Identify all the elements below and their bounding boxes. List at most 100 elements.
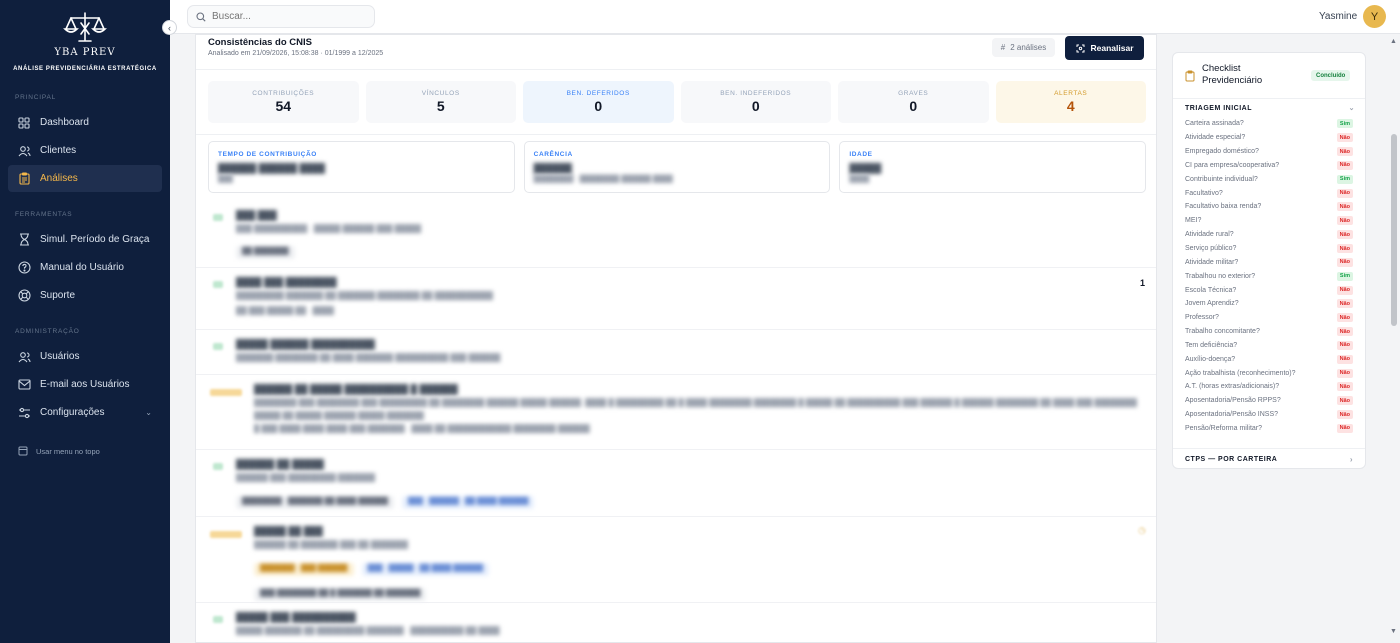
scroll-up-arrow-icon[interactable]: ▲ bbox=[1390, 38, 1397, 45]
item-meta-redacted: ██ ███ █████ ██ · ████ bbox=[236, 306, 334, 315]
card-carencia: CARÊNCIA ██████ ████████ · ████████ ████… bbox=[523, 141, 831, 193]
checklist-row[interactable]: Atividade rural? Não bbox=[1173, 228, 1365, 242]
checklist-row[interactable]: Pensão/Reforma militar? Não bbox=[1173, 422, 1365, 436]
answer-badge: Não bbox=[1336, 160, 1353, 170]
card-detail-redacted: ███ bbox=[218, 176, 233, 183]
clipboard-icon bbox=[1185, 70, 1195, 82]
top-menu-toggle[interactable]: Usar menu no topo bbox=[0, 441, 170, 461]
checklist-question: A.T. (horas extras/adicionais)? bbox=[1185, 383, 1280, 391]
list-item[interactable]: █████ ██████ ██████████ ███████ ████████… bbox=[196, 330, 1156, 375]
avatar[interactable]: Y bbox=[1363, 5, 1386, 28]
sidebar-item-configuracoes[interactable]: Configurações ⌄ bbox=[8, 399, 162, 426]
checklist-row[interactable]: Contribuinte individual? Sim bbox=[1173, 172, 1365, 186]
sidebar-item-clientes[interactable]: Clientes bbox=[8, 137, 162, 164]
search-icon bbox=[196, 11, 206, 22]
analyses-count-button[interactable]: # 2 análises bbox=[992, 38, 1055, 57]
brand-logo[interactable]: YBA PREV ANÁLISE PREVIDENCIÁRIA ESTRATÉG… bbox=[0, 0, 170, 82]
collapse-sidebar-button[interactable]: ‹ bbox=[162, 20, 177, 35]
checklist-row[interactable]: Facultativo? Não bbox=[1173, 186, 1365, 200]
checklist-question: Atividade rural? bbox=[1185, 231, 1234, 239]
scrollbar[interactable]: ▲ ▼ bbox=[1388, 34, 1400, 643]
chevron-down-icon: ⌄ bbox=[145, 408, 152, 417]
checklist-title: Checklist Previdenciário bbox=[1202, 63, 1263, 86]
sidebar-item-analises[interactable]: Análises bbox=[8, 165, 162, 192]
checklist-row[interactable]: Trabalhou no exterior? Sim bbox=[1173, 269, 1365, 283]
tag-chip: ███ · ██████ · ██ ████ ██████ bbox=[401, 496, 535, 509]
stat-value: 0 bbox=[909, 98, 918, 114]
checklist-row[interactable]: Professor? Não bbox=[1173, 311, 1365, 325]
checklist-row[interactable]: Jovem Aprendiz? Não bbox=[1173, 297, 1365, 311]
analysis-panel: Consistências do CNIS Analisado em 21/09… bbox=[195, 34, 1157, 643]
search-box[interactable] bbox=[187, 5, 375, 28]
list-item[interactable]: █████ ██ ███ ██████ ██ ███████ ███ ██ ██… bbox=[196, 517, 1156, 603]
user-name[interactable]: Yasmine bbox=[1319, 11, 1357, 22]
checklist-header[interactable]: Checklist Previdenciário Concluído bbox=[1173, 53, 1365, 99]
analyses-count-label: 2 análises bbox=[1010, 43, 1047, 52]
checklist-row[interactable]: Trabalho concomitante? Não bbox=[1173, 325, 1365, 339]
sidebar-item-manual[interactable]: Manual do Usuário bbox=[8, 254, 162, 281]
checklist-row[interactable]: Empregado doméstico? Não bbox=[1173, 145, 1365, 159]
checklist-panel: Checklist Previdenciário Concluído TRIAG… bbox=[1172, 52, 1366, 469]
stat-label: ALERTAS bbox=[1054, 90, 1088, 97]
checklist-row[interactable]: A.T. (horas extras/adicionais)? Não bbox=[1173, 380, 1365, 394]
checklist-row[interactable]: Atividade militar? Não bbox=[1173, 255, 1365, 269]
sidebar-item-simul-periodo-graca[interactable]: Simul. Período de Graça bbox=[8, 226, 162, 253]
stat-value: 4 bbox=[1066, 98, 1075, 114]
consistency-list: ███ ███ ███ ██████████ · █████ ██████ ██… bbox=[196, 201, 1156, 642]
reanalyze-button[interactable]: Reanalisar bbox=[1065, 36, 1144, 60]
answer-badge: Não bbox=[1336, 216, 1353, 226]
stat-label: CONTRIBUIÇÕES bbox=[252, 90, 315, 97]
card-idade: IDADE █████ ████ bbox=[839, 141, 1147, 193]
grid-icon bbox=[17, 116, 31, 130]
checklist-row[interactable]: Escola Técnica? Não bbox=[1173, 283, 1365, 297]
sidebar-item-suporte[interactable]: Suporte bbox=[8, 282, 162, 309]
card-value-redacted: ██████ bbox=[533, 163, 572, 173]
scroll-thumb[interactable] bbox=[1391, 134, 1397, 326]
list-item[interactable]: ██████ ██ █████ ██████████ █ ██████ ████… bbox=[196, 375, 1156, 450]
checklist-row[interactable]: Serviço público? Não bbox=[1173, 242, 1365, 256]
item-desc-redacted: ████████ ███ ████████ ███ █████████ ██ █… bbox=[254, 398, 1137, 407]
checklist-section-ctps[interactable]: CTPS — POR CARTEIRA › bbox=[1173, 448, 1365, 469]
search-input[interactable] bbox=[212, 11, 362, 22]
checklist-question: Auxílio-doença? bbox=[1185, 355, 1236, 363]
list-item[interactable]: █████ ███ ██████████ █████ ███████ ██ ██… bbox=[196, 603, 1156, 642]
checklist-row[interactable]: Atividade especial? Não bbox=[1173, 131, 1365, 145]
tag-chip: ███ · █████ · ██ ████ ██████ bbox=[361, 563, 490, 576]
top-menu-toggle-label: Usar menu no topo bbox=[36, 446, 100, 456]
card-detail-redacted: ████ bbox=[849, 176, 870, 183]
checklist-row[interactable]: Aposentadoria/Pensão INSS? Não bbox=[1173, 408, 1365, 422]
answer-badge: Não bbox=[1336, 244, 1353, 254]
checklist-row[interactable]: Aposentadoria/Pensão RPPS? Não bbox=[1173, 394, 1365, 408]
sidebar-item-dashboard[interactable]: Dashboard bbox=[8, 109, 162, 136]
scan-icon bbox=[1076, 44, 1084, 52]
answer-badge: Não bbox=[1336, 299, 1353, 309]
sidebar-item-email-usuarios[interactable]: E-mail aos Usuários bbox=[8, 371, 162, 398]
checklist-row[interactable]: Carteira assinada? Sim bbox=[1173, 117, 1365, 131]
item-desc-redacted: █████ ███████ ██ █████████ ███████ · ███… bbox=[236, 626, 500, 635]
list-item[interactable]: ███ ███ ███ ██████████ · █████ ██████ ██… bbox=[196, 201, 1156, 268]
card-label: IDADE bbox=[849, 151, 873, 158]
checklist-row[interactable]: MEI? Não bbox=[1173, 214, 1365, 228]
chevron-down-icon: ⌄ bbox=[1348, 105, 1355, 112]
stat-label: GRAVES bbox=[898, 90, 929, 97]
checklist-row[interactable]: Tem deficiência? Não bbox=[1173, 339, 1365, 353]
item-title-redacted: █████ ███ ██████████ bbox=[236, 612, 356, 622]
card-value-redacted: █████ bbox=[849, 163, 882, 173]
sidebar-item-usuarios[interactable]: Usuários bbox=[8, 343, 162, 370]
sidebar-item-label: E-mail aos Usuários bbox=[40, 379, 130, 390]
status-badge bbox=[213, 343, 223, 350]
checklist-row[interactable]: Facultativo baixa renda? Não bbox=[1173, 200, 1365, 214]
checklist-row[interactable]: CI para empresa/cooperativa? Não bbox=[1173, 159, 1365, 173]
item-title-redacted: ████ ███ ████████ bbox=[236, 277, 337, 287]
status-badge: Concluído bbox=[1311, 70, 1351, 81]
scroll-down-arrow-icon[interactable]: ▼ bbox=[1390, 628, 1397, 635]
checklist-section-triagem[interactable]: TRIAGEM INICIAL ⌄ bbox=[1173, 99, 1365, 117]
checklist-row[interactable]: Auxílio-doença? Não bbox=[1173, 352, 1365, 366]
list-item[interactable]: ██████ ██ █████ ██████ ███ █████████ ███… bbox=[196, 450, 1156, 517]
list-item[interactable]: ████ ███ ████████ █████████ ███████ ██ █… bbox=[196, 268, 1156, 330]
sidebar-item-label: Manual do Usuário bbox=[40, 262, 124, 273]
checklist-row[interactable]: Ação trabalhista (reconhecimento)? Não bbox=[1173, 366, 1365, 380]
answer-badge: Não bbox=[1336, 133, 1353, 143]
stats-row: CONTRIBUIÇÕES 54 VÍNCULOS 5 BEN. DEFERIDOS… bbox=[208, 81, 1146, 123]
item-desc-redacted: ███████ ████████ ██ ████ ███████ ███████… bbox=[236, 353, 501, 362]
